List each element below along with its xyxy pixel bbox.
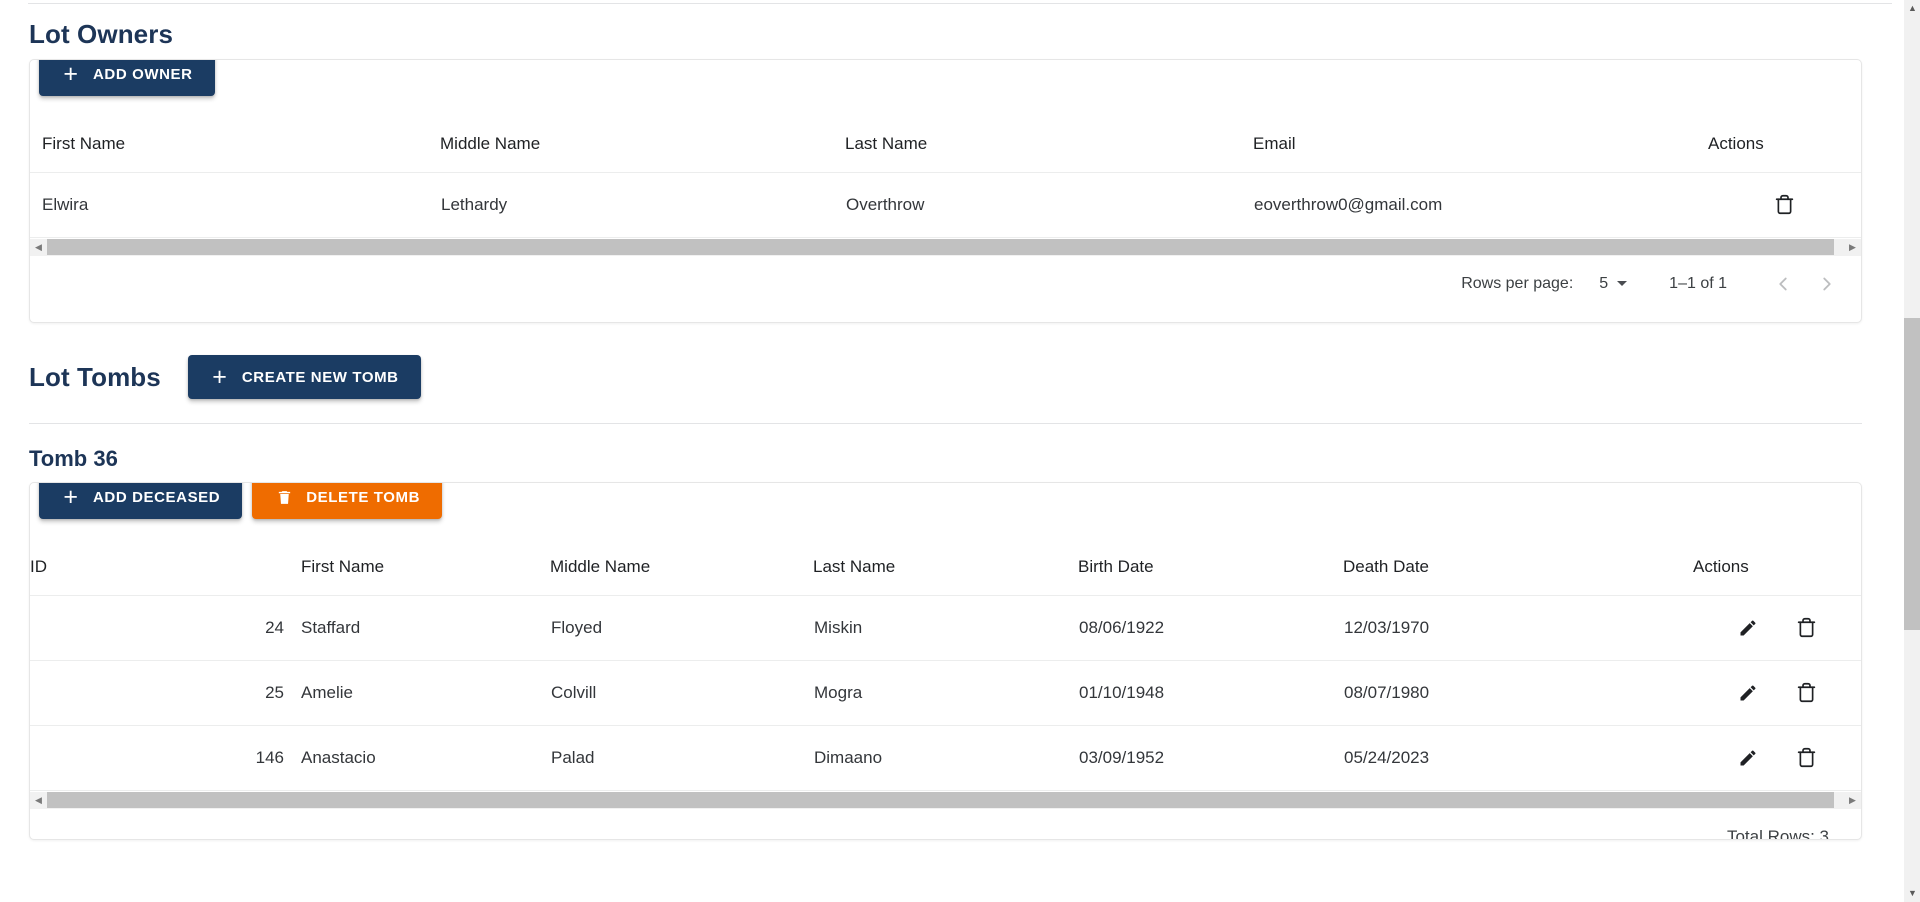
cell-first-name: Elwira [30, 172, 440, 238]
column-header-first-name[interactable]: First Name [285, 539, 550, 596]
rows-per-page-label: Rows per page: [1461, 274, 1574, 292]
rows-per-page-value: 5 [1599, 274, 1609, 292]
plus-icon: + [212, 363, 228, 391]
scroll-left-arrow-icon[interactable]: ◀ [30, 791, 47, 809]
plus-icon: + [63, 483, 79, 511]
page-root: Lot Owners + ADD OWNER First Name Middle… [0, 0, 1920, 902]
add-deceased-label: ADD DECEASED [93, 488, 221, 506]
column-header-last-name[interactable]: Last Name [845, 116, 1253, 173]
lot-tombs-header: Lot Tombs + CREATE NEW TOMB [29, 355, 1862, 399]
tomb-card: + ADD DECEASED DELETE TOMB ID First Name… [29, 482, 1862, 840]
cell-actions [1708, 172, 1861, 238]
tomb-title: Tomb 36 [29, 446, 118, 471]
deceased-scroll-track[interactable] [47, 791, 1844, 809]
column-header-email[interactable]: Email [1253, 116, 1708, 173]
deceased-table-viewport: ID First Name Middle Name Last Name Birt… [30, 539, 1861, 791]
add-deceased-button[interactable]: + ADD DECEASED [39, 483, 243, 519]
scroll-down-arrow-icon[interactable]: ▼ [1904, 885, 1920, 902]
cell-middle-name: Palad [550, 725, 813, 791]
cell-last-name: Mogra [813, 660, 1078, 726]
cell-id: 24 [30, 595, 285, 661]
table-row: 146 Anastacio Palad Dimaano 03/09/1952 0… [30, 725, 1861, 791]
column-header-death-date[interactable]: Death Date [1343, 539, 1693, 596]
delete-icon[interactable] [1791, 613, 1821, 643]
cell-id: 25 [30, 660, 285, 726]
delete-icon[interactable] [1791, 743, 1821, 773]
column-header-middle-name[interactable]: Middle Name [440, 116, 845, 173]
column-header-actions: Actions [1708, 116, 1861, 173]
cell-last-name: Overthrow [845, 172, 1253, 238]
table-header-row: First Name Middle Name Last Name Email A… [30, 116, 1861, 173]
lot-owners-card: + ADD OWNER First Name Middle Name Last … [29, 59, 1862, 323]
cell-first-name: Amelie [285, 660, 550, 726]
lot-tombs-title: Lot Tombs [29, 362, 161, 392]
scroll-left-arrow-icon[interactable]: ◀ [30, 238, 47, 256]
lot-owners-title: Lot Owners [29, 19, 174, 49]
cell-actions [1693, 725, 1861, 791]
scroll-right-arrow-icon[interactable]: ▶ [1844, 791, 1861, 809]
owners-scroll-thumb[interactable] [47, 239, 1834, 255]
create-new-tomb-button[interactable]: + CREATE NEW TOMB [187, 355, 421, 399]
column-header-middle-name[interactable]: Middle Name [550, 539, 813, 596]
lot-owners-table: First Name Middle Name Last Name Email A… [30, 116, 1861, 238]
deceased-table-body: 24 Staffard Floyed Miskin 08/06/1922 12/… [30, 595, 1861, 791]
owners-scroll-track[interactable] [47, 238, 1844, 256]
deceased-table: ID First Name Middle Name Last Name Birt… [30, 539, 1861, 791]
trash-icon [274, 487, 294, 507]
cell-actions [1693, 660, 1861, 726]
table-header-row: ID First Name Middle Name Last Name Birt… [30, 539, 1861, 596]
cell-last-name: Miskin [813, 595, 1078, 661]
table-row: Elwira Lethardy Overthrow eoverthrow0@gm… [30, 172, 1861, 238]
column-header-birth-date[interactable]: Birth Date [1078, 539, 1343, 596]
rows-per-page-select[interactable]: 5 [1599, 274, 1628, 293]
cell-last-name: Dimaano [813, 725, 1078, 791]
cell-first-name: Staffard [285, 595, 550, 661]
page-content: Lot Owners + ADD OWNER First Name Middle… [0, 0, 1891, 902]
delete-tomb-button[interactable]: DELETE TOMB [252, 483, 443, 519]
cell-birth-date: 08/06/1922 [1078, 595, 1343, 661]
cell-birth-date: 01/10/1948 [1078, 660, 1343, 726]
next-page-button[interactable] [1805, 262, 1849, 306]
cell-middle-name: Colvill [550, 660, 813, 726]
edit-icon[interactable] [1733, 613, 1763, 643]
cell-id: 146 [30, 725, 285, 791]
delete-icon[interactable] [1770, 190, 1800, 220]
column-header-last-name[interactable]: Last Name [813, 539, 1078, 596]
cell-birth-date: 03/09/1952 [1078, 725, 1343, 791]
page-vertical-scrollbar[interactable]: ▲ ▼ [1903, 0, 1920, 902]
add-owner-label: ADD OWNER [93, 65, 193, 83]
cell-middle-name: Floyed [550, 595, 813, 661]
column-header-actions: Actions [1693, 539, 1861, 596]
table-row: 24 Staffard Floyed Miskin 08/06/1922 12/… [30, 595, 1861, 661]
pagination-range-label: 1–1 of 1 [1669, 274, 1727, 292]
plus-icon: + [63, 60, 79, 88]
column-header-id[interactable]: ID [30, 539, 285, 596]
cell-email: eoverthrow0@gmail.com [1253, 172, 1708, 238]
scroll-up-arrow-icon[interactable]: ▲ [1904, 0, 1920, 17]
delete-icon[interactable] [1791, 678, 1821, 708]
total-rows-label: Total Rows: 3 [1726, 826, 1829, 840]
cell-death-date: 08/07/1980 [1343, 660, 1693, 726]
deceased-horizontal-scrollbar[interactable]: ◀ ▶ [30, 790, 1861, 809]
cell-death-date: 12/03/1970 [1343, 595, 1693, 661]
create-new-tomb-label: CREATE NEW TOMB [241, 368, 399, 386]
chevron-down-icon [1617, 281, 1628, 286]
cell-middle-name: Lethardy [440, 172, 845, 238]
cell-actions [1693, 595, 1861, 661]
deceased-scroll-thumb[interactable] [47, 792, 1834, 808]
column-header-first-name[interactable]: First Name [30, 116, 440, 173]
edit-icon[interactable] [1733, 743, 1763, 773]
page-scroll-thumb[interactable] [1904, 318, 1920, 630]
cell-death-date: 05/24/2023 [1343, 725, 1693, 791]
delete-tomb-label: DELETE TOMB [306, 488, 421, 506]
lot-owners-table-viewport: First Name Middle Name Last Name Email A… [30, 116, 1861, 238]
add-owner-button[interactable]: + ADD OWNER [39, 60, 215, 96]
scroll-right-arrow-icon[interactable]: ▶ [1844, 238, 1861, 256]
cell-first-name: Anastacio [285, 725, 550, 791]
edit-icon[interactable] [1733, 678, 1763, 708]
owners-horizontal-scrollbar[interactable]: ◀ ▶ [30, 237, 1861, 256]
owners-paginator: Rows per page: 5 1–1 of 1 [30, 256, 1861, 312]
previous-page-button[interactable] [1761, 262, 1805, 306]
table-row: 25 Amelie Colvill Mogra 01/10/1948 08/07… [30, 660, 1861, 726]
